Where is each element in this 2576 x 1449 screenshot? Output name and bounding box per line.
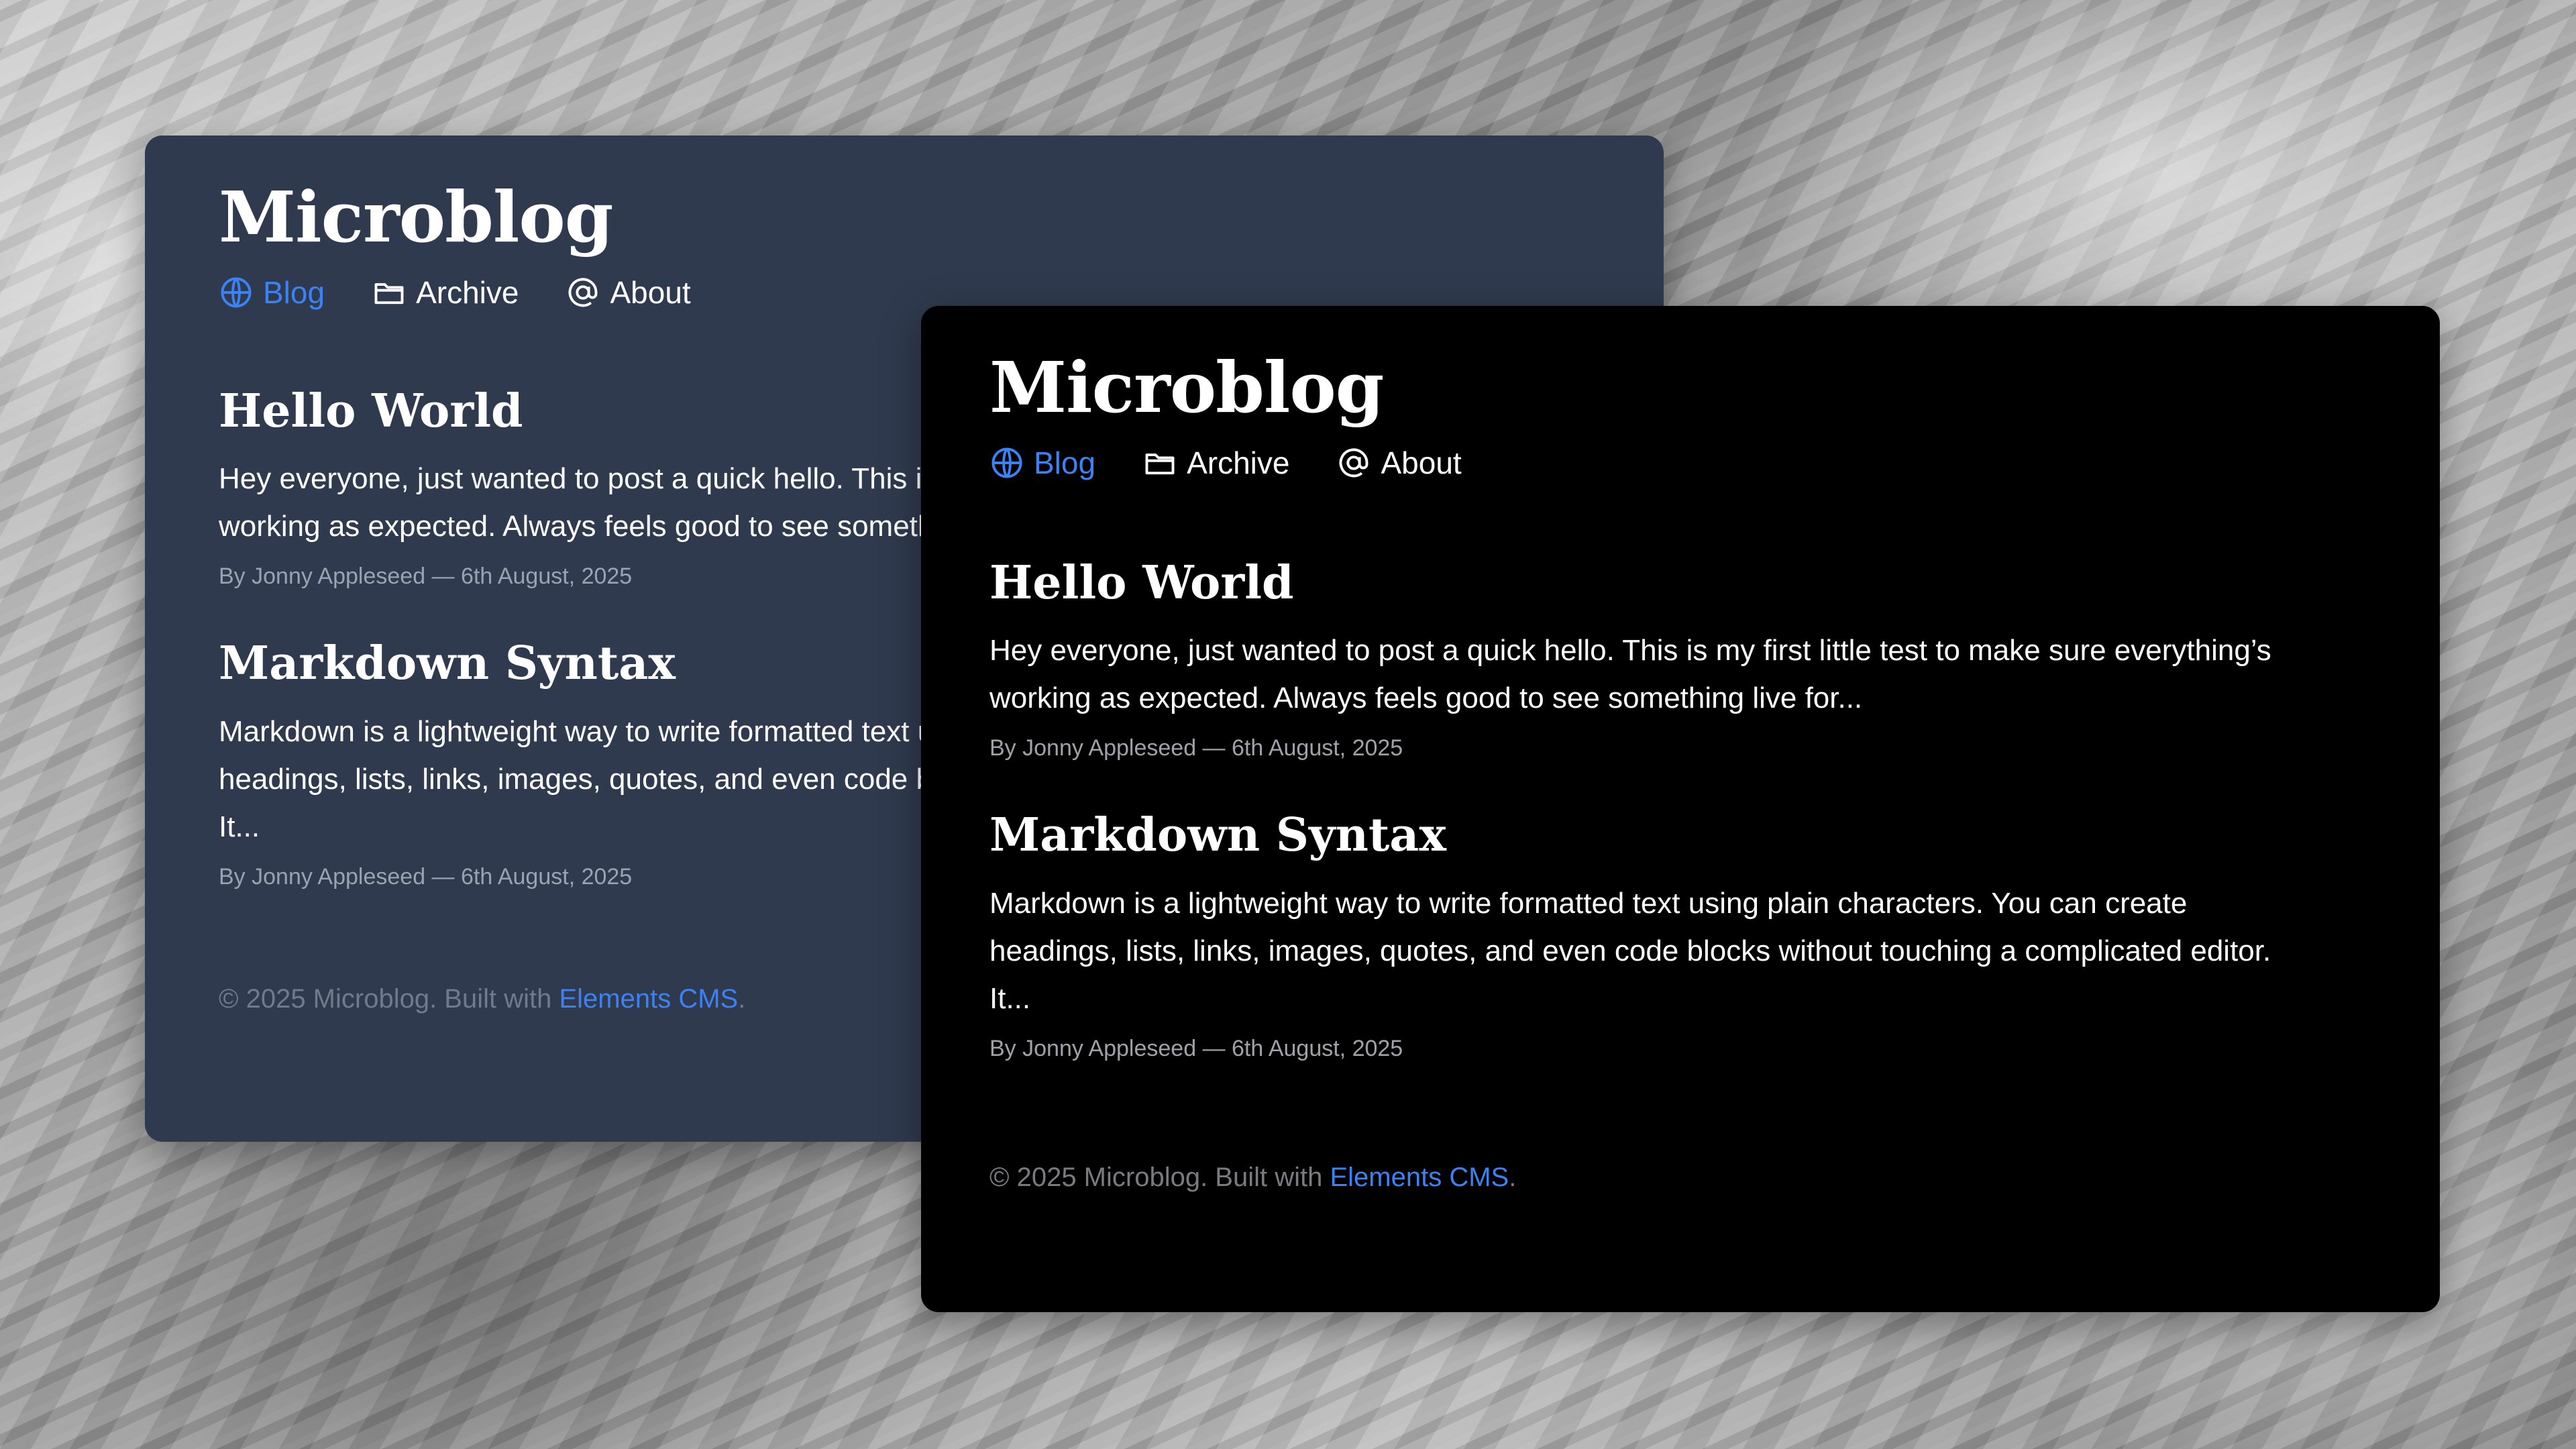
nav-item-archive[interactable]: Archive — [372, 274, 519, 311]
footer-suffix: . — [1509, 1162, 1517, 1192]
blog-window-black-theme: Microblog Blog Archive About Hello World… — [921, 306, 2440, 1312]
post-title[interactable]: Hello World — [989, 556, 2440, 611]
nav-label: Archive — [1187, 445, 1290, 480]
at-sign-icon — [566, 275, 600, 310]
site-footer: © 2025 Microblog. Built with Elements CM… — [989, 1163, 2440, 1193]
nav-label: About — [1381, 445, 1462, 480]
folder-icon — [1142, 445, 1177, 480]
footer-cms-link[interactable]: Elements CMS — [1330, 1163, 1509, 1192]
nav-item-archive[interactable]: Archive — [1142, 445, 1289, 481]
post-item: Markdown Syntax Markdown is a lightweigh… — [989, 808, 2440, 1062]
site-title[interactable]: Microblog — [219, 176, 1664, 260]
at-sign-icon — [1336, 445, 1371, 480]
nav-label: Blog — [263, 274, 325, 310]
globe-icon — [219, 275, 254, 310]
footer-cms-link[interactable]: Elements CMS — [559, 984, 738, 1014]
post-title[interactable]: Markdown Syntax — [989, 808, 2440, 863]
post-item: Hello World Hey everyone, just wanted to… — [989, 556, 2440, 762]
footer-text: © 2025 Microblog. Built with — [219, 983, 559, 1014]
footer-text: © 2025 Microblog. Built with — [989, 1162, 1330, 1192]
post-excerpt: Markdown is a lightweight way to write f… — [989, 886, 2271, 1015]
main-nav: Blog Archive About — [219, 274, 1664, 311]
footer-suffix: . — [738, 983, 746, 1014]
nav-item-blog[interactable]: Blog — [219, 274, 325, 311]
nav-item-about[interactable]: About — [1336, 445, 1462, 481]
post-meta: By Jonny Appleseed — 6th August, 2025 — [989, 1035, 1403, 1061]
site-title[interactable]: Microblog — [989, 346, 2440, 430]
nav-label: Archive — [416, 274, 519, 310]
folder-icon — [372, 275, 407, 310]
nav-item-about[interactable]: About — [566, 274, 691, 311]
post-list: Hello World Hey everyone, just wanted to… — [989, 556, 2440, 1062]
nav-label: Blog — [1034, 445, 1096, 480]
post-excerpt: Hey everyone, just wanted to post a quic… — [989, 634, 2271, 715]
nav-item-blog[interactable]: Blog — [989, 445, 1095, 481]
globe-icon — [989, 445, 1024, 480]
post-meta: By Jonny Appleseed — 6th August, 2025 — [989, 735, 1403, 761]
main-nav: Blog Archive About — [989, 445, 2440, 481]
nav-label: About — [610, 274, 691, 310]
